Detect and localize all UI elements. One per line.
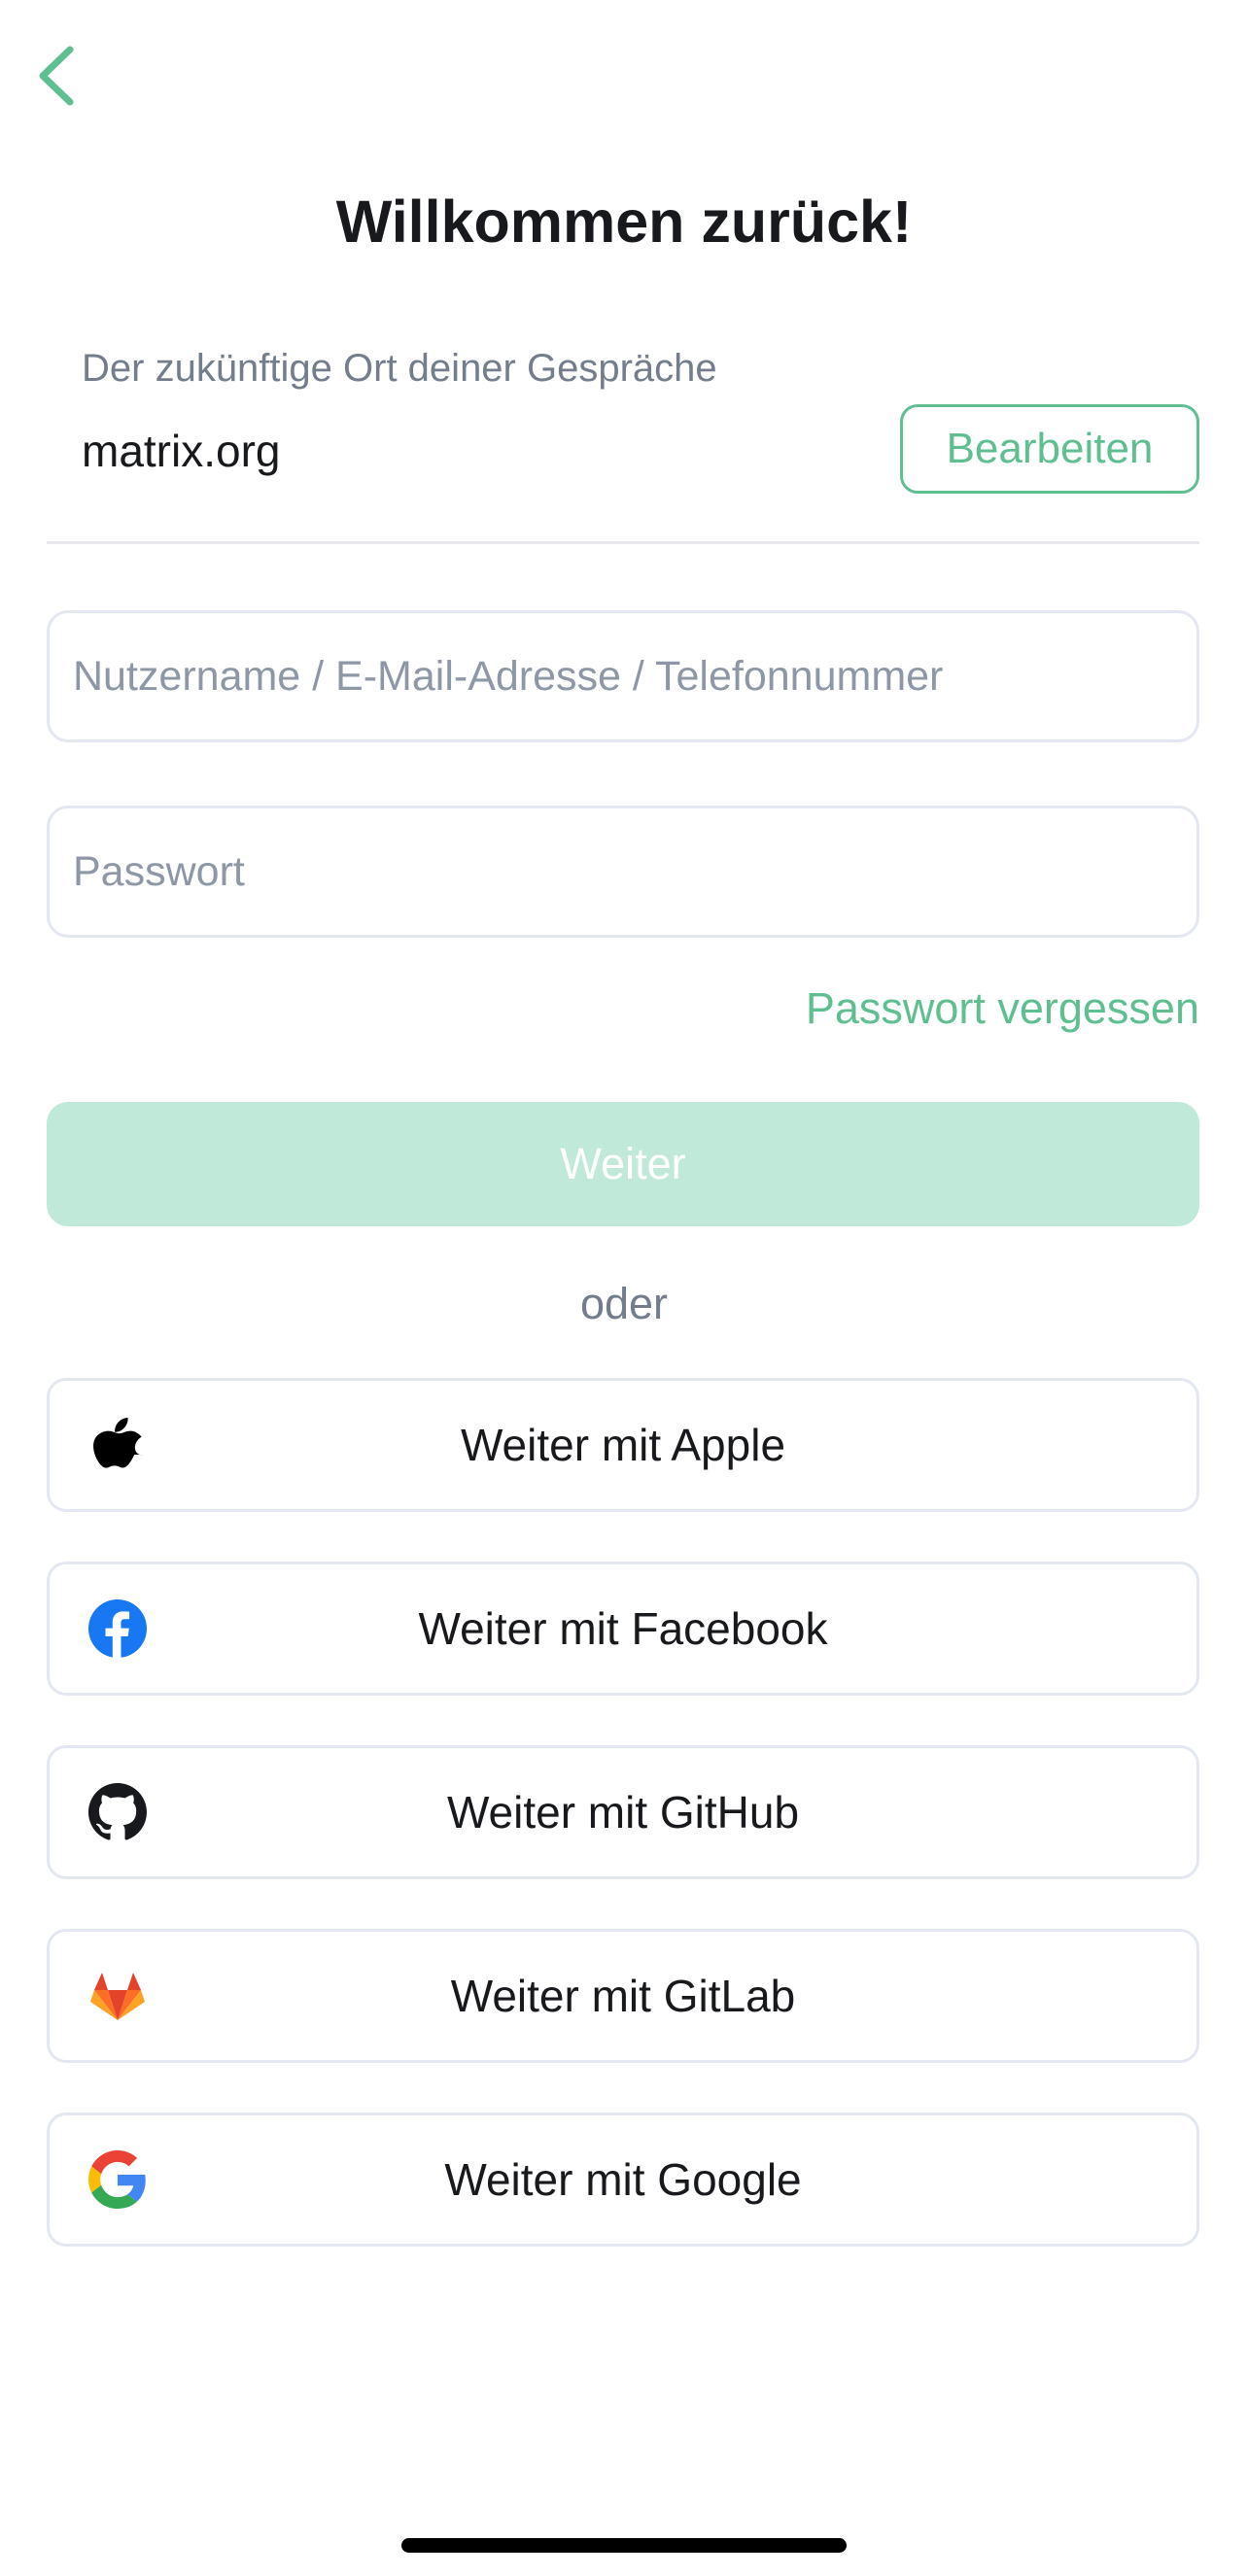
github-icon xyxy=(87,1781,149,1843)
apple-icon xyxy=(87,1414,149,1476)
sso-github-label: Weiter mit GitHub xyxy=(446,1787,800,1838)
sso-apple-button[interactable]: Weiter mit Apple xyxy=(47,1378,1199,1512)
sso-github-button[interactable]: Weiter mit GitHub xyxy=(47,1745,1199,1879)
server-name: matrix.org xyxy=(82,426,281,476)
back-button[interactable] xyxy=(29,39,84,113)
divider xyxy=(47,541,1199,544)
sso-facebook-label: Weiter mit Facebook xyxy=(418,1603,828,1654)
sso-apple-label: Weiter mit Apple xyxy=(460,1420,786,1470)
server-caption: Der zukünftige Ort deiner Gespräche xyxy=(82,347,717,390)
continue-button[interactable]: Weiter xyxy=(47,1102,1199,1226)
password-field-container xyxy=(47,806,1199,938)
home-indicator[interactable] xyxy=(401,2538,847,2553)
edit-server-button[interactable]: Bearbeiten xyxy=(900,404,1199,494)
username-input[interactable] xyxy=(50,613,1196,739)
sso-gitlab-button[interactable]: Weiter mit GitLab xyxy=(47,1929,1199,2063)
chevron-left-icon xyxy=(39,46,74,106)
google-icon xyxy=(87,2148,149,2211)
gitlab-icon xyxy=(87,1965,149,2027)
username-field-container xyxy=(47,610,1199,742)
facebook-icon xyxy=(87,1597,149,1660)
sso-gitlab-label: Weiter mit GitLab xyxy=(450,1971,796,2021)
page-title: Willkommen zurück! xyxy=(335,189,913,255)
forgot-password-link[interactable]: Passwort vergessen xyxy=(806,978,1199,1040)
or-separator: oder xyxy=(579,1279,669,1328)
sso-google-button[interactable]: Weiter mit Google xyxy=(47,2112,1199,2247)
sso-google-label: Weiter mit Google xyxy=(444,2154,802,2205)
sso-facebook-button[interactable]: Weiter mit Facebook xyxy=(47,1562,1199,1696)
password-input[interactable] xyxy=(50,808,1196,935)
login-screen: Willkommen zurück! Der zukünftige Ort de… xyxy=(0,0,1248,2576)
